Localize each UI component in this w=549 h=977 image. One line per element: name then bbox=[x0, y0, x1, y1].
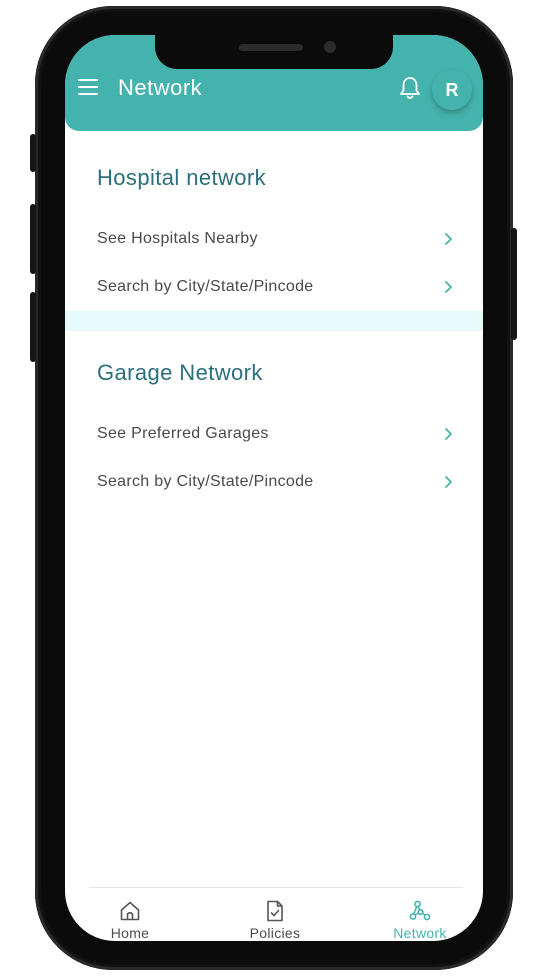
nav-network[interactable]: Network bbox=[365, 895, 475, 941]
nav-label: Home bbox=[110, 925, 150, 941]
home-icon bbox=[120, 901, 140, 921]
chevron-right-icon bbox=[445, 233, 452, 245]
side-button-volume-up bbox=[30, 204, 36, 274]
hamburger-menu-icon[interactable] bbox=[78, 79, 98, 95]
bottom-nav-divider bbox=[89, 887, 463, 888]
row-label: See Hospitals Nearby bbox=[97, 230, 258, 247]
phone-frame: Network R Hospital network See Hospitals… bbox=[30, 6, 517, 970]
garage-network-heading: Garage Network bbox=[97, 360, 263, 385]
speaker-grille bbox=[239, 44, 303, 51]
document-check-icon bbox=[267, 900, 283, 922]
avatar[interactable]: R bbox=[432, 70, 472, 110]
row-label: Search by City/State/Pincode bbox=[97, 278, 314, 295]
network-nodes-icon bbox=[409, 900, 431, 921]
chevron-right-icon bbox=[445, 476, 452, 488]
nav-home[interactable]: Home bbox=[75, 895, 185, 941]
chevron-right-icon bbox=[445, 428, 452, 440]
see-preferred-garages-row[interactable]: See Preferred Garages bbox=[97, 417, 453, 453]
row-label: Search by City/State/Pincode bbox=[97, 473, 314, 490]
hospital-network-heading: Hospital network bbox=[97, 165, 267, 190]
side-button-volume-down bbox=[30, 292, 36, 362]
search-hospitals-by-location-row[interactable]: Search by City/State/Pincode bbox=[97, 270, 453, 306]
search-garages-by-location-row[interactable]: Search by City/State/Pincode bbox=[97, 465, 453, 501]
side-button-mute bbox=[30, 134, 36, 172]
chevron-right-icon bbox=[445, 281, 452, 293]
section-divider bbox=[65, 311, 483, 331]
row-label: See Preferred Garages bbox=[97, 425, 269, 442]
bell-icon[interactable] bbox=[398, 75, 422, 101]
nav-policies[interactable]: Policies bbox=[220, 895, 330, 941]
see-hospitals-nearby-row[interactable]: See Hospitals Nearby bbox=[97, 222, 453, 258]
phone-notch bbox=[155, 35, 393, 69]
front-camera bbox=[324, 41, 336, 53]
side-button-power bbox=[511, 228, 517, 340]
nav-label: Network bbox=[393, 925, 447, 941]
phone-screen: Network R Hospital network See Hospitals… bbox=[65, 35, 483, 941]
nav-label: Policies bbox=[249, 925, 301, 941]
page-title: Network bbox=[118, 75, 203, 100]
